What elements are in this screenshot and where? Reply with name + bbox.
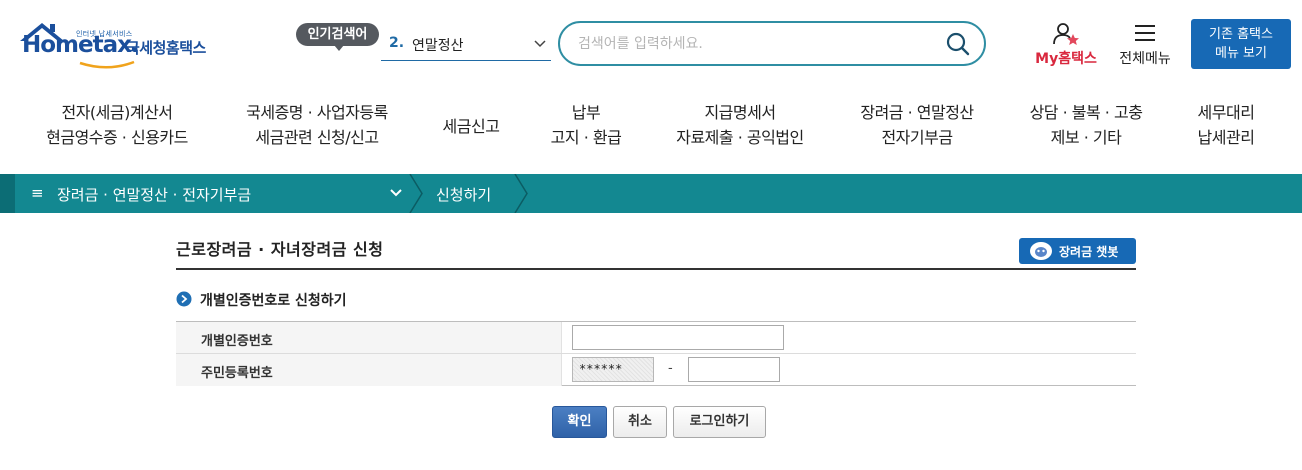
form-label-cell: 개별인증번호 xyxy=(176,322,561,353)
application-form-table: 개별인증번호 주민등록번호 ****** - xyxy=(176,321,1136,386)
rrn-dash: - xyxy=(668,361,673,376)
cancel-button[interactable]: 취소 xyxy=(613,406,667,438)
logo-brand-ko: 국세청홈택스 xyxy=(126,39,206,57)
breadcrumb-menu-dropdown[interactable]: ≡ 장려금 · 연말정산 · 전자기부금 xyxy=(15,174,410,213)
legacy-menu-button[interactable]: 기존 홈택스 메뉴 보기 xyxy=(1191,19,1291,69)
chatbot-button[interactable]: 장려금 챗봇 xyxy=(1019,238,1136,264)
page-title: 근로장려금 · 자녀장려금 신청 xyxy=(176,240,384,259)
breadcrumb-edge xyxy=(0,174,15,213)
auth-number-label: 개별인증번호 xyxy=(201,334,273,349)
breadcrumb-separator-icon xyxy=(409,174,423,213)
gnb-item-line1: 지급명세서 xyxy=(704,103,776,122)
form-row-auth-number: 개별인증번호 xyxy=(176,322,1136,354)
full-menu-label: 전체메뉴 xyxy=(1119,51,1171,67)
arrow-circle-right-icon xyxy=(176,291,192,307)
chevron-down-icon xyxy=(390,189,402,197)
rrn-back-input[interactable] xyxy=(688,357,780,382)
gnb-item-line2: 전자기부금 xyxy=(881,128,953,147)
legacy-menu-line2: 메뉴 보기 xyxy=(1215,46,1267,61)
rrn-front-input: ****** xyxy=(572,357,654,382)
gnb-item-incentives[interactable]: 장려금 · 연말정산 전자기부금 xyxy=(850,100,984,150)
popular-search-dropdown[interactable]: 2. 연말정산 xyxy=(381,28,551,61)
search-box xyxy=(558,21,986,66)
gnb-item-line2: 고지 · 환급 xyxy=(550,128,622,147)
section-title-label: 개별인증번호로 신청하기 xyxy=(200,293,347,309)
gnb-item-line1: 장려금 · 연말정산 xyxy=(860,103,974,122)
gnb-item-line1: 국세증명 · 사업자등록 xyxy=(246,103,388,122)
breadcrumb: ≡ 장려금 · 연말정산 · 전자기부금 신청하기 xyxy=(0,174,1302,213)
main-navigation: 전자(세금)계산서 현금영수증 · 신용카드 국세증명 · 사업자등록 세금관련… xyxy=(0,100,1302,160)
gnb-item-line1: 세무대리 xyxy=(1197,103,1255,122)
form-label-cell: 주민등록번호 xyxy=(176,354,561,386)
gnb-item-line1: 납부 xyxy=(571,103,601,122)
logo-swoosh-icon xyxy=(79,60,135,69)
search-icon[interactable] xyxy=(946,32,970,56)
gnb-item-line1: 전자(세금)계산서 xyxy=(61,103,173,122)
confirm-button[interactable]: 확인 xyxy=(552,406,607,438)
user-star-icon xyxy=(1053,23,1079,45)
hamburger-icon xyxy=(1135,25,1155,41)
gnb-item-line1: 상담 · 불복 · 고충 xyxy=(1029,103,1143,122)
gnb-item-payment[interactable]: 납부 고지 · 환급 xyxy=(542,100,630,150)
gnb-item-line2: 세금관련 신청/신고 xyxy=(255,128,379,147)
popular-search-tag: 인기검색어 xyxy=(296,23,379,51)
title-divider xyxy=(176,268,1136,270)
auth-number-input[interactable] xyxy=(572,325,784,350)
gnb-item-certificates[interactable]: 국세증명 · 사업자등록 세금관련 신청/신고 xyxy=(236,100,398,150)
logo-brand-en: Hometax. xyxy=(22,32,140,58)
login-button[interactable]: 로그인하기 xyxy=(673,406,766,438)
gnb-item-line2: 현금영수증 · 신용카드 xyxy=(46,128,188,147)
my-hometax-label: My홈택스 xyxy=(1035,51,1097,67)
search-input[interactable] xyxy=(578,33,938,55)
gnb-item-line2: 자료제출 · 공익법인 xyxy=(676,128,804,147)
breadcrumb-menu-label: 장려금 · 연말정산 · 전자기부금 xyxy=(57,186,252,204)
hometax-logo[interactable]: 인터넷 납세서비스 Hometax. 국세청홈택스 xyxy=(18,20,233,72)
gnb-item-line1: 세금신고 xyxy=(442,117,500,136)
full-menu-button[interactable]: 전체메뉴 xyxy=(1112,22,1178,68)
gnb-item-statements[interactable]: 지급명세서 자료제출 · 공익법인 xyxy=(666,100,814,150)
breadcrumb-current[interactable]: 신청하기 xyxy=(436,184,491,205)
gnb-item-line2: 제보 · 기타 xyxy=(1050,128,1122,147)
gnb-item-consulting[interactable]: 상담 · 불복 · 고충 제보 · 기타 xyxy=(1018,100,1154,150)
chevron-down-icon xyxy=(534,40,546,48)
gnb-item-e-invoice[interactable]: 전자(세금)계산서 현금영수증 · 신용카드 xyxy=(38,100,196,150)
form-input-cell: ****** - xyxy=(561,354,1136,386)
gnb-item-tax-agent[interactable]: 세무대리 납세관리 xyxy=(1186,100,1266,150)
gnb-item-line2: 납세관리 xyxy=(1197,128,1255,147)
gnb-item-tax-filing[interactable]: 세금신고 xyxy=(436,114,506,139)
form-input-cell xyxy=(561,322,1136,353)
breadcrumb-separator-icon xyxy=(514,174,528,213)
form-row-rrn: 주민등록번호 ****** - xyxy=(176,354,1136,386)
menu-icon: ≡ xyxy=(31,184,44,202)
popular-search-keyword: 연말정산 xyxy=(412,38,464,54)
chatbot-icon xyxy=(1030,242,1052,260)
chatbot-label: 장려금 챗봇 xyxy=(1059,245,1119,259)
my-hometax-button[interactable]: My홈택스 xyxy=(1030,22,1102,68)
legacy-menu-line1: 기존 홈택스 xyxy=(1209,27,1273,42)
popular-search-rank: 2. xyxy=(389,35,405,51)
rrn-label: 주민등록번호 xyxy=(201,366,273,381)
